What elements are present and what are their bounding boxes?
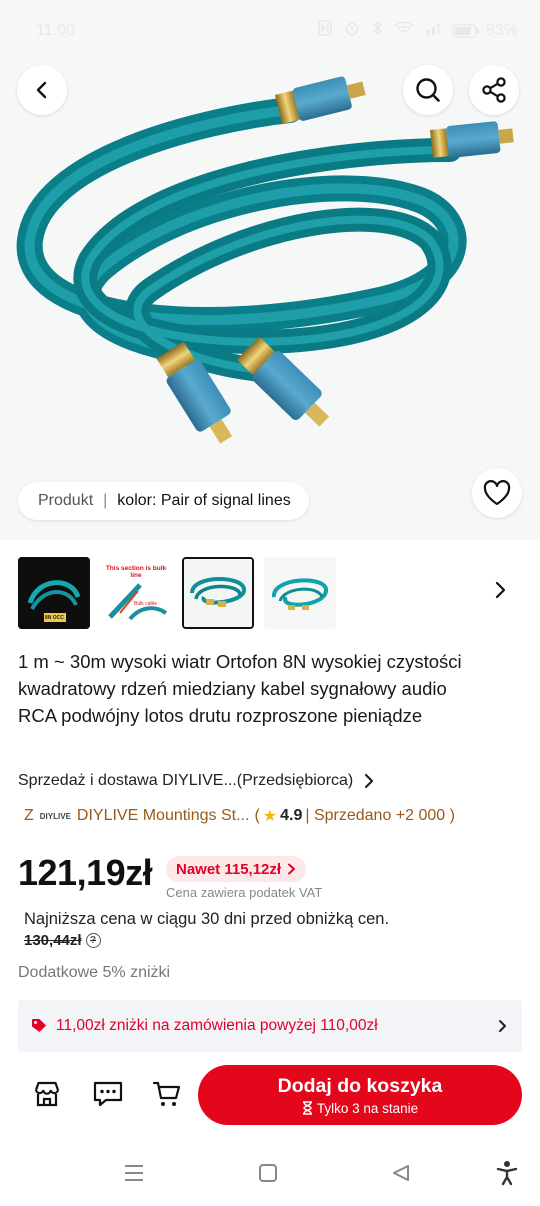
- thumbnail-strip: 8N OCC This section is bulk line Bulk ca…: [18, 557, 336, 629]
- wishlist-button[interactable]: [472, 468, 522, 518]
- accessibility-icon: [496, 1161, 518, 1186]
- lowest-price-note: Najniższa cena w ciągu 30 dni przed obni…: [24, 910, 390, 928]
- heart-icon: [483, 480, 511, 506]
- product-image: [16, 76, 514, 444]
- coupon-text: 11,00zł zniżki na zamówienia powyżej 110…: [56, 1017, 378, 1034]
- info-icon[interactable]: ?: [85, 933, 101, 948]
- battery-level: 83%: [485, 22, 518, 39]
- nfc-icon: [318, 20, 332, 36]
- stock-status: Tylko 3 na stanie: [302, 1101, 418, 1116]
- variant-value: kolor: Pair of signal lines: [117, 492, 291, 509]
- back-triangle-icon: [393, 1165, 409, 1181]
- thumbnail-3[interactable]: [182, 557, 254, 629]
- promo-price-label: Nawet 115,12zł: [176, 860, 282, 878]
- battery-icon: [452, 24, 479, 38]
- cart-icon: [152, 1081, 181, 1106]
- promo-price-badge[interactable]: Nawet 115,12zł: [166, 856, 307, 882]
- recent-apps-button[interactable]: [121, 1160, 147, 1186]
- bluetooth-icon: [372, 20, 382, 36]
- chat-button[interactable]: [91, 1077, 125, 1111]
- signal-icon: [427, 23, 440, 35]
- status-time: 11:00: [36, 22, 75, 39]
- star-icon: ★: [262, 808, 278, 825]
- wifi-icon: [394, 21, 414, 33]
- seller-label: Sprzedaż i dostawa DIYLIVE...(Przedsiębi…: [18, 772, 354, 789]
- alarm-icon: [345, 22, 359, 36]
- seller-link[interactable]: Sprzedaż i dostawa DIYLIVE...(Przedsiębi…: [18, 772, 375, 790]
- thumbnail-caption: This section is bulk line: [105, 565, 167, 579]
- store-name: DIYLIVE Mountings St...: [76, 807, 250, 824]
- home-button[interactable]: [255, 1160, 281, 1186]
- bottom-action-bar: Dodaj do koszyka Tylko 3 na stanie: [0, 1060, 540, 1136]
- vat-note: Cena zawiera podatek VAT: [166, 885, 323, 900]
- add-to-cart-button[interactable]: Dodaj do koszyka Tylko 3 na stanie: [198, 1065, 522, 1125]
- tag-icon: [30, 1017, 48, 1035]
- store-logo: DIYLIVE: [39, 811, 71, 821]
- chevron-left-icon: [36, 81, 47, 99]
- thumbnail-2[interactable]: This section is bulk line Bulk cable: [100, 557, 172, 629]
- thumbnail-4[interactable]: [264, 557, 336, 629]
- extra-discount: Dodatkowe 5% zniżki: [18, 964, 171, 981]
- hourglass-icon: [302, 1101, 312, 1115]
- status-icons: [318, 20, 442, 36]
- store-paren-open: (: [254, 807, 260, 824]
- variant-label: Produkt: [38, 492, 94, 509]
- search-icon: [416, 78, 440, 102]
- system-back-button[interactable]: [388, 1160, 414, 1186]
- thumbnail-1[interactable]: 8N OCC: [18, 557, 90, 629]
- accessibility-button[interactable]: [494, 1160, 520, 1186]
- coupon-banner[interactable]: 11,00zł zniżki na zamówienia powyżej 110…: [18, 1000, 522, 1052]
- chevron-right-icon: [498, 1019, 508, 1033]
- thumbnail-caption-2: Bulk cable: [134, 601, 158, 607]
- chevron-right-icon: [365, 773, 374, 789]
- variant-selector[interactable]: Produkt | kolor: Pair of signal lines: [18, 482, 309, 520]
- add-to-cart-label: Dodaj do koszyka: [277, 1074, 443, 1097]
- share-icon: [482, 77, 506, 103]
- chat-icon: [93, 1081, 123, 1107]
- store-info[interactable]: Z DIYLIVE DIYLIVE Mountings St... ( ★ 4.…: [24, 806, 455, 826]
- store-icon: [34, 1081, 60, 1107]
- back-button[interactable]: [17, 65, 67, 115]
- stock-label: Tylko 3 na stanie: [316, 1100, 419, 1116]
- chevron-right-icon: [288, 863, 296, 875]
- product-title: 1 m ~ 30m wysoki wiatr Ortofon 8N wysoki…: [18, 651, 462, 726]
- store-rating: 4.9: [280, 807, 303, 824]
- chevron-right-icon: [495, 581, 506, 599]
- share-button[interactable]: [469, 65, 519, 115]
- status-bar: 11:00 83%: [0, 0, 540, 62]
- product-image-gallery[interactable]: 11:00 83% Produkt | kolor: Pair of signa…: [0, 0, 540, 540]
- store-sold-count: | Sprzedano +2 000 ): [305, 807, 455, 824]
- battery-indicator: 83%: [452, 22, 518, 40]
- current-price: 121,19zł: [18, 852, 153, 893]
- thumbnail-image: [264, 557, 336, 629]
- thumbnail-next-button[interactable]: [488, 578, 512, 602]
- thumbnail-image: [184, 559, 252, 627]
- cart-button[interactable]: [150, 1077, 184, 1111]
- store-prefix: Z: [24, 807, 34, 824]
- search-button[interactable]: [403, 65, 453, 115]
- store-button[interactable]: [30, 1077, 64, 1111]
- home-square-icon: [259, 1164, 277, 1182]
- system-navigation-bar: [0, 1140, 540, 1206]
- old-price: 130,44zł: [24, 932, 82, 949]
- thumbnail-badge: 8N OCC: [45, 615, 64, 621]
- variant-separator: |: [103, 492, 108, 509]
- old-price-row: 130,44zł ?: [24, 932, 101, 949]
- menu-icon: [125, 1165, 143, 1181]
